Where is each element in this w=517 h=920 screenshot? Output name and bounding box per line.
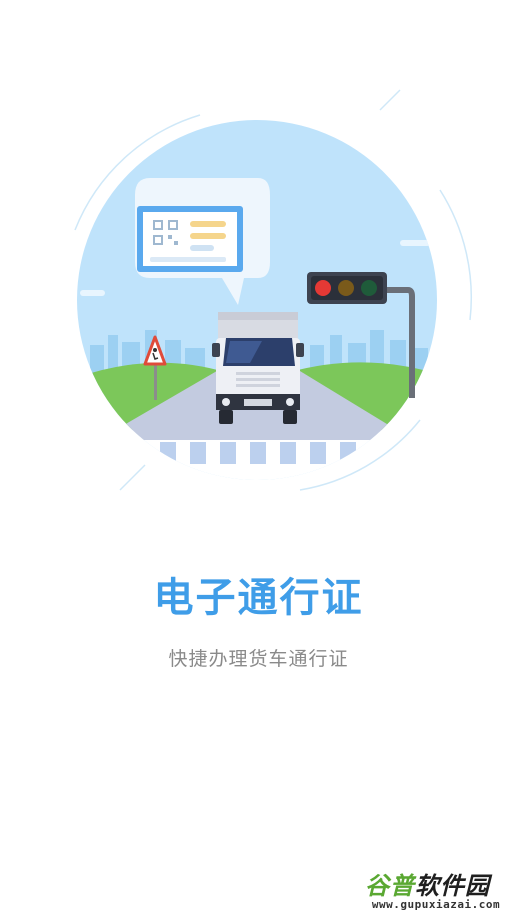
splash-illustration [74,89,473,491]
watermark-logo: 谷普软件园 [365,866,490,901]
watermark-logo-part2: 软件园 [415,872,490,900]
watermark: 谷普软件园 www.gupuxiazai.com [359,864,513,918]
truck-icon [212,312,304,424]
splash-title: 电子通行证 [153,575,364,621]
watermark-url: www.gupuxiazai.com [371,898,501,911]
watermark-logo-part1: 谷普 [365,872,415,900]
splash-subtitle: 快捷办理货车通行证 [168,648,349,670]
